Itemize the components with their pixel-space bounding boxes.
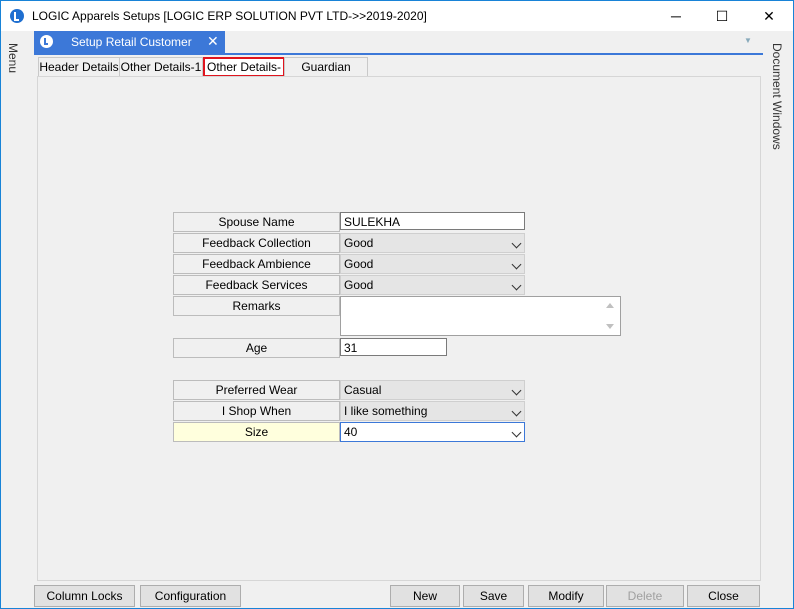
chevron-down-icon	[511, 406, 522, 417]
i-shop-when-select[interactable]: I like something	[340, 401, 525, 421]
preferred-wear-label: Preferred Wear	[173, 380, 340, 400]
size-value: 40	[344, 425, 358, 439]
chevron-down-icon	[511, 259, 522, 270]
tab-dropdown-icon[interactable]: ▼	[744, 36, 752, 45]
document-tab-setup-retail-customer[interactable]: Setup Retail Customer ✕	[34, 31, 225, 53]
save-button[interactable]: Save	[463, 585, 524, 607]
column-locks-button[interactable]: Column Locks	[34, 585, 135, 607]
logic-tab-icon	[40, 35, 53, 48]
new-button[interactable]: New	[390, 585, 460, 607]
scroll-up-icon[interactable]	[606, 303, 614, 308]
feedback-collection-value: Good	[344, 236, 374, 250]
delete-button[interactable]: Delete	[606, 585, 684, 607]
remarks-label: Remarks	[173, 296, 340, 316]
scroll-down-icon[interactable]	[606, 324, 614, 329]
maximize-button[interactable]: ☐	[699, 1, 745, 31]
size-label: Size	[173, 422, 340, 442]
document-windows-label[interactable]: Document Windows	[770, 43, 784, 150]
feedback-ambience-value: Good	[344, 257, 374, 271]
age-field[interactable]: 31	[340, 338, 447, 356]
close-window-button[interactable]: ✕	[746, 1, 792, 31]
window-title: LOGIC Apparels Setups [LOGIC ERP SOLUTIO…	[32, 9, 427, 23]
modify-button[interactable]: Modify	[528, 585, 604, 607]
remarks-textarea[interactable]	[340, 296, 621, 336]
feedback-services-select[interactable]: Good	[340, 275, 525, 295]
document-tabstrip: Setup Retail Customer ✕ ▼	[34, 31, 763, 55]
tab-other-details-2[interactable]: Other Details-2	[203, 57, 285, 90]
tab-header-details[interactable]: Header Details	[38, 57, 120, 76]
chevron-down-icon	[511, 427, 522, 438]
app-window: LOGIC Apparels Setups [LOGIC ERP SOLUTIO…	[0, 0, 794, 609]
logic-app-icon	[10, 9, 24, 23]
spouse-name-label: Spouse Name	[173, 212, 340, 232]
menu-rail-label[interactable]: Menu	[6, 43, 20, 73]
feedback-services-value: Good	[344, 278, 374, 292]
chevron-down-icon	[511, 280, 522, 291]
title-bar: LOGIC Apparels Setups [LOGIC ERP SOLUTIO…	[1, 1, 793, 31]
feedback-ambience-label: Feedback Ambience	[173, 254, 340, 274]
document-tab-label: Setup Retail Customer	[71, 35, 192, 49]
feedback-services-label: Feedback Services	[173, 275, 340, 295]
tab-guardian-detail[interactable]: Guardian Detail	[284, 57, 368, 92]
i-shop-when-label: I Shop When	[173, 401, 340, 421]
minimize-button[interactable]: ─	[653, 1, 699, 31]
feedback-ambience-select[interactable]: Good	[340, 254, 525, 274]
document-windows-rail[interactable]: Document Windows	[763, 31, 793, 608]
close-button[interactable]: Close	[687, 585, 760, 607]
feedback-collection-select[interactable]: Good	[340, 233, 525, 253]
chevron-down-icon	[511, 238, 522, 249]
age-label: Age	[173, 338, 340, 358]
chevron-down-icon	[511, 385, 522, 396]
preferred-wear-value: Casual	[344, 383, 382, 397]
feedback-collection-label: Feedback Collection	[173, 233, 340, 253]
menu-rail[interactable]: Menu	[1, 31, 31, 608]
tab-other-details-1[interactable]: Other Details-1	[119, 57, 203, 76]
configuration-button[interactable]: Configuration	[140, 585, 241, 607]
spouse-name-field[interactable]: SULEKHA	[340, 212, 525, 230]
i-shop-when-value: I like something	[344, 404, 428, 418]
close-tab-icon[interactable]: ✕	[207, 33, 219, 50]
preferred-wear-select[interactable]: Casual	[340, 380, 525, 400]
size-select[interactable]: 40	[340, 422, 525, 442]
